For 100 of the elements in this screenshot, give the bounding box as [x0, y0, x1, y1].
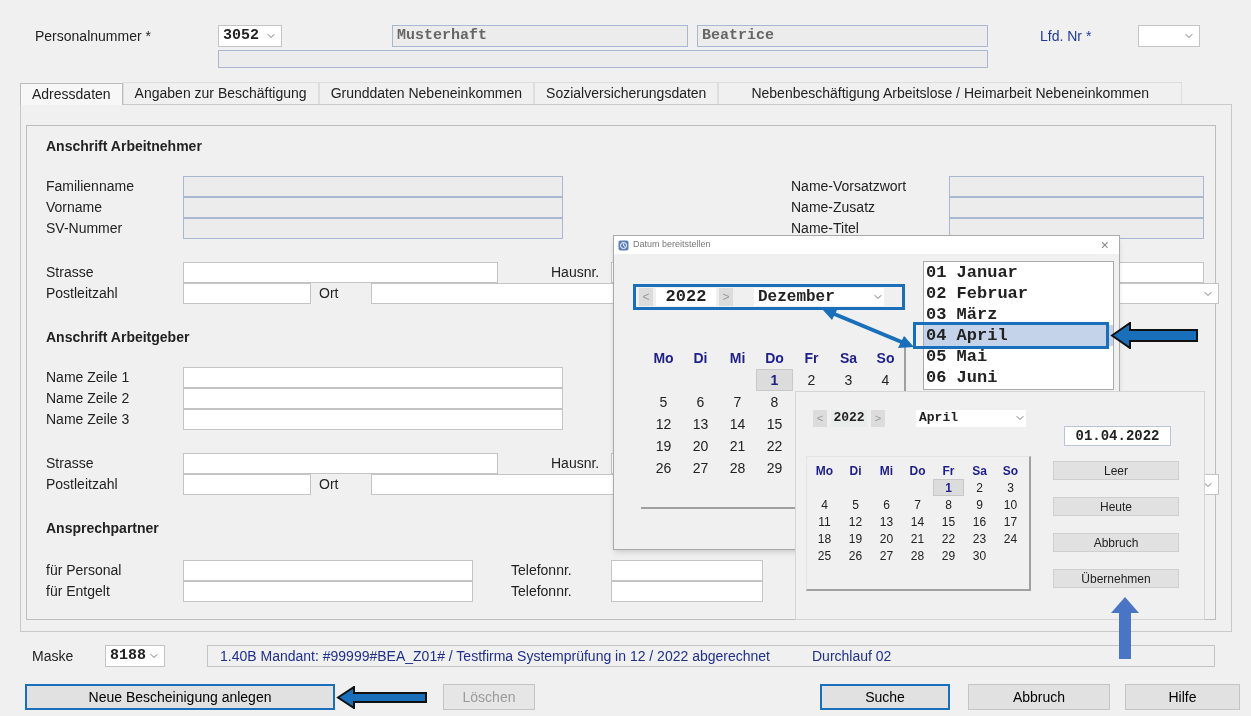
calendar-day[interactable]: 20: [871, 530, 902, 547]
input-field[interactable]: [183, 409, 563, 430]
calendar-day[interactable]: 30: [964, 547, 995, 564]
button[interactable]: Hilfe: [1125, 684, 1240, 710]
calendar-day[interactable]: 27: [682, 457, 719, 479]
calendar-day[interactable]: 17: [995, 513, 1026, 530]
close-button[interactable]: ×: [1100, 238, 1109, 252]
button[interactable]: Abbruch: [1053, 533, 1179, 552]
input-field[interactable]: [183, 367, 563, 388]
input-field[interactable]: [183, 262, 498, 283]
input-field[interactable]: [183, 197, 563, 218]
input-field[interactable]: [611, 560, 763, 581]
input-field[interactable]: [183, 283, 311, 304]
calendar-day[interactable]: 6: [871, 496, 902, 513]
input-field[interactable]: Beatrice: [697, 25, 988, 47]
button[interactable]: Suche: [820, 684, 950, 710]
button[interactable]: Neue Bescheinigung anlegen: [25, 684, 335, 710]
button[interactable]: Leer: [1053, 461, 1179, 480]
month-dropdown[interactable]: Dezember: [754, 288, 884, 306]
month-dropdown[interactable]: April: [916, 409, 1026, 427]
calendar-day[interactable]: 5: [645, 391, 682, 413]
calendar-day[interactable]: 10: [995, 496, 1026, 513]
calendar-day[interactable]: 9: [964, 496, 995, 513]
field-label: Telefonnr.: [511, 561, 573, 580]
calendar-day[interactable]: 4: [809, 496, 840, 513]
calendar-day[interactable]: 3: [995, 479, 1026, 496]
calendar-day[interactable]: 16: [964, 513, 995, 530]
calendar-day[interactable]: 23: [964, 530, 995, 547]
calendar-day[interactable]: 19: [645, 435, 682, 457]
field-label: Lfd. Nr *: [1040, 26, 1093, 46]
calendar-day[interactable]: 26: [645, 457, 682, 479]
button[interactable]: Heute: [1053, 497, 1179, 516]
calendar-day[interactable]: 3: [830, 369, 867, 391]
input-field[interactable]: [183, 388, 563, 409]
calendar-day[interactable]: 7: [902, 496, 933, 513]
tab[interactable]: Nebenbeschäftigung Arbeitslose / Heimarbeit Nebeneinkommen: [718, 82, 1183, 104]
input-field[interactable]: [183, 474, 311, 495]
calendar-day[interactable]: 2: [793, 369, 830, 391]
calendar-day[interactable]: 6: [682, 391, 719, 413]
calendar-day[interactable]: 11: [809, 513, 840, 530]
input-field[interactable]: Musterhaft: [392, 25, 688, 47]
calendar-day[interactable]: 28: [902, 547, 933, 564]
calendar-day[interactable]: 24: [995, 530, 1026, 547]
field-label: Familienname: [46, 177, 135, 196]
mask-dropdown[interactable]: 8188: [105, 645, 165, 667]
weekday-label: Mo: [652, 348, 675, 368]
calendar-day[interactable]: 27: [871, 547, 902, 564]
calendar-day[interactable]: 8: [756, 391, 793, 413]
calendar-day[interactable]: 4: [867, 369, 904, 391]
calendar-day[interactable]: 1: [933, 479, 964, 496]
input-field[interactable]: [183, 560, 473, 581]
button[interactable]: Abbruch: [968, 684, 1110, 710]
calendar-day[interactable]: 2: [964, 479, 995, 496]
calendar-day[interactable]: 28: [719, 457, 756, 479]
field-label: Name-Zusatz: [791, 198, 877, 217]
tab[interactable]: Grunddaten Nebeneinkommen: [318, 82, 535, 104]
calendar-day[interactable]: 29: [756, 457, 793, 479]
calendar-day[interactable]: 1: [756, 369, 793, 391]
calendar-day[interactable]: 25: [809, 547, 840, 564]
input-field[interactable]: [183, 176, 563, 197]
calendar-day[interactable]: 14: [719, 413, 756, 435]
calendar-day[interactable]: 21: [719, 435, 756, 457]
calendar-day[interactable]: 15: [756, 413, 793, 435]
input-field[interactable]: [183, 453, 498, 474]
tab[interactable]: Angaben zur Beschäftigung: [122, 82, 319, 104]
tab[interactable]: Adressdaten: [20, 83, 123, 105]
field-label: Telefonnr.: [511, 582, 573, 601]
calendar-day[interactable]: 29: [933, 547, 964, 564]
input-field[interactable]: [218, 50, 988, 68]
year-field[interactable]: 2022: [656, 288, 716, 306]
tab[interactable]: Sozialversicherungsdaten: [534, 82, 719, 104]
calendar-day[interactable]: 22: [756, 435, 793, 457]
date-field[interactable]: 01.04.2022: [1064, 426, 1171, 446]
calendar-day[interactable]: 12: [840, 513, 871, 530]
calendar-day[interactable]: 15: [933, 513, 964, 530]
input-field[interactable]: [183, 218, 563, 239]
year-field[interactable]: 2022: [831, 409, 867, 427]
calendar-day[interactable]: 14: [902, 513, 933, 530]
calendar-day[interactable]: 8: [933, 496, 964, 513]
calendar-day[interactable]: 13: [871, 513, 902, 530]
calendar-day[interactable]: 20: [682, 435, 719, 457]
lfd-nr-dropdown[interactable]: [1138, 25, 1200, 47]
calendar-day[interactable]: 26: [840, 547, 871, 564]
calendar-day[interactable]: 7: [719, 391, 756, 413]
input-field[interactable]: [949, 197, 1204, 218]
calendar-day[interactable]: 18: [809, 530, 840, 547]
calendar-day[interactable]: 22: [933, 530, 964, 547]
calendar-day[interactable]: 5: [840, 496, 871, 513]
calendar-day[interactable]: 19: [840, 530, 871, 547]
button[interactable]: Übernehmen: [1053, 569, 1179, 588]
calendar-day[interactable]: 21: [902, 530, 933, 547]
input-field[interactable]: [949, 176, 1204, 197]
month-list-item[interactable]: 04 April: [924, 325, 1113, 346]
input-field[interactable]: [611, 581, 763, 602]
calendar-day[interactable]: 13: [682, 413, 719, 435]
clock-icon: [618, 239, 629, 251]
month-list[interactable]: 01 Januar 02 Februar 03 März 04 April 05 Mai 06 Juni: [923, 261, 1114, 390]
personalnummer-dropdown[interactable]: 3052: [218, 25, 282, 47]
input-field[interactable]: [183, 581, 473, 602]
calendar-day[interactable]: 12: [645, 413, 682, 435]
